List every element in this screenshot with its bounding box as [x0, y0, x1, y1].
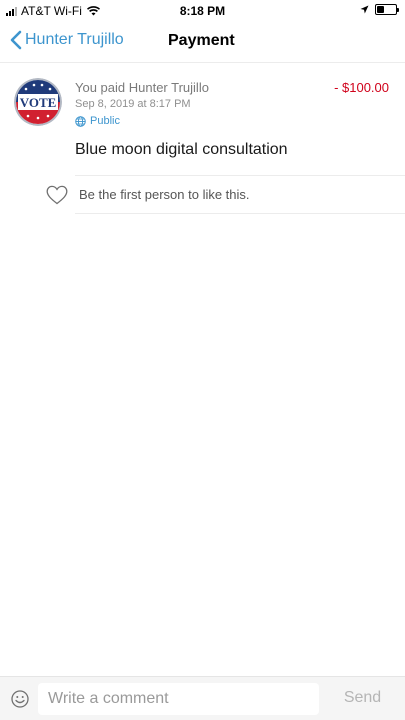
status-bar: AT&T Wi-Fi 8:18 PM — [0, 0, 405, 22]
avatar[interactable]: VOTE — [14, 78, 62, 126]
heart-icon[interactable] — [46, 185, 68, 205]
like-row: Be the first person to like this. — [0, 176, 405, 214]
comment-input[interactable] — [38, 683, 319, 715]
payment-amount: - $100.00 — [334, 80, 389, 95]
globe-icon — [75, 115, 86, 127]
audience-label: Public — [90, 115, 120, 127]
battery-fill — [377, 6, 384, 13]
back-button[interactable]: Hunter Trujillo — [10, 30, 124, 50]
page-title: Payment — [168, 32, 235, 49]
story-headline[interactable]: You paid Hunter Trujillo — [75, 80, 209, 95]
status-right — [360, 4, 399, 15]
vote-badge-icon: VOTE — [14, 78, 62, 126]
avatar-text: VOTE — [20, 95, 57, 110]
back-label: Hunter Trujillo — [25, 31, 124, 48]
divider — [75, 213, 405, 214]
send-button[interactable]: Send — [335, 689, 390, 707]
audience-indicator[interactable]: Public — [75, 115, 120, 127]
nav-bar: Hunter Trujillo Payment — [0, 22, 405, 62]
status-time: 8:18 PM — [179, 4, 226, 18]
payment-story: VOTE You paid Hunter Trujillo - $100.00 … — [0, 62, 405, 215]
story-date: Sep 8, 2019 at 8:17 PM — [75, 98, 191, 110]
chevron-left-icon — [10, 30, 22, 50]
location-arrow-icon — [360, 5, 369, 14]
like-prompt: Be the first person to like this. — [79, 187, 250, 202]
payment-screen: AT&T Wi-Fi 8:18 PM Hunter Trujillo Payme… — [0, 0, 405, 720]
battery-icon — [375, 4, 399, 15]
payment-note: Blue moon digital consultation — [75, 141, 288, 158]
comment-bar: Send — [0, 676, 405, 720]
emoji-icon[interactable] — [10, 689, 30, 709]
